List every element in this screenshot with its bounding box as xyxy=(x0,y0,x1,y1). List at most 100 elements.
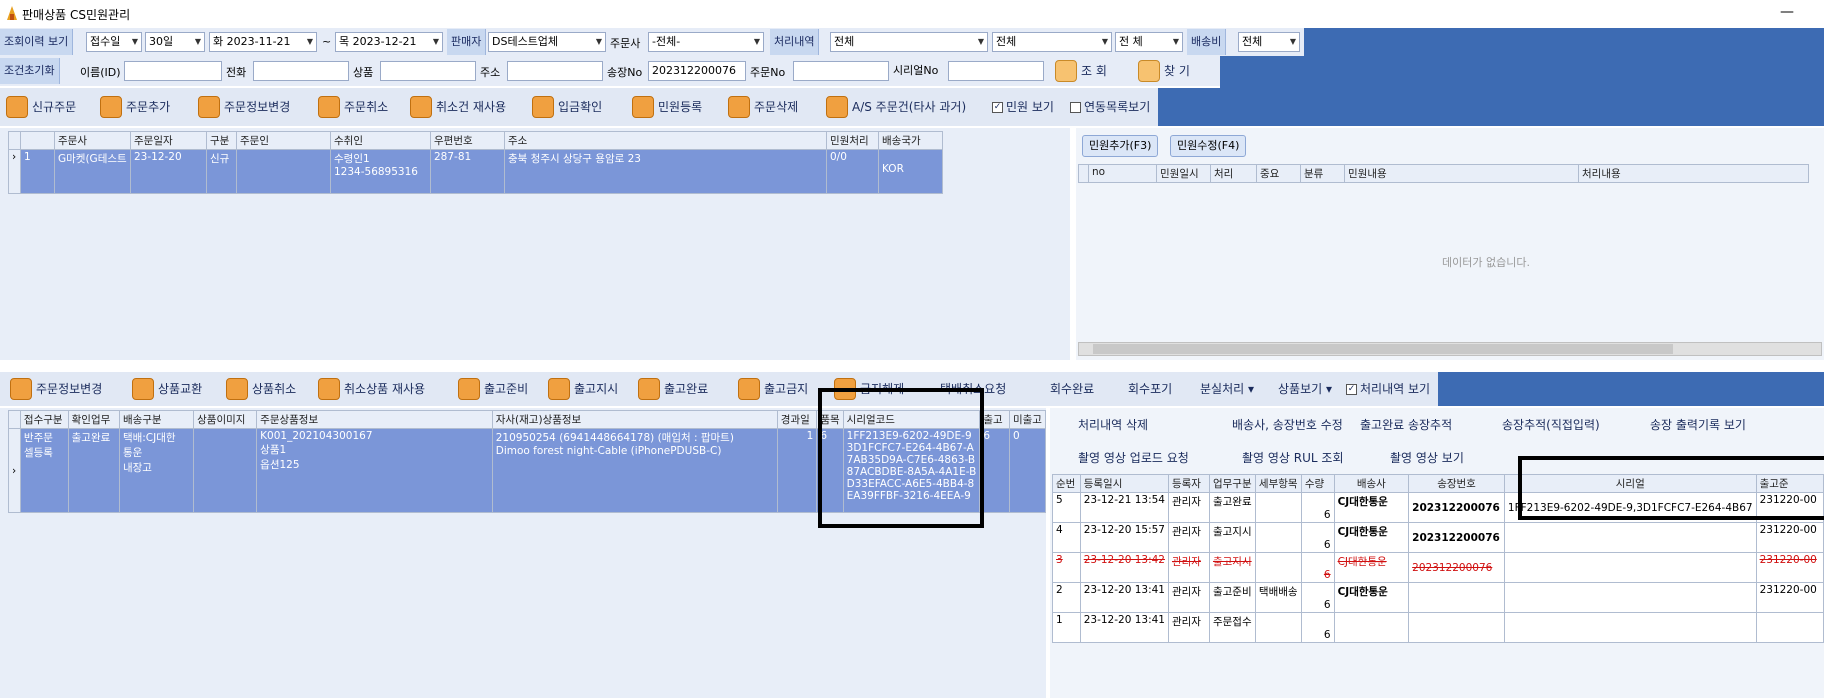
address-label: 주소 xyxy=(480,66,501,79)
exchange-product-button[interactable]: 상품교환 xyxy=(132,374,202,404)
change-order-info-button-2[interactable]: 주문정보변경 xyxy=(10,374,102,404)
product-label: 상품 xyxy=(353,66,374,79)
cancel-product-button[interactable]: 상품취소 xyxy=(226,374,296,404)
shipping-select[interactable]: 전체 ▼ xyxy=(1238,32,1300,52)
change-order-info-button[interactable]: 주문정보변경 xyxy=(198,92,290,122)
process-select-3[interactable]: 전 체 ▼ xyxy=(1115,32,1183,52)
highlight-box-history-serial xyxy=(1518,456,1824,520)
track-direct-input-button[interactable]: 송장추적(직접입력) xyxy=(1502,416,1600,433)
video-upload-request-button[interactable]: 촬영 영상 업로드 요청 xyxy=(1078,449,1189,466)
confirm-deposit-button[interactable]: 입금확인 xyxy=(532,92,602,122)
col-recipient[interactable]: 수취인 xyxy=(330,131,431,150)
col-buyer[interactable]: 주문인 xyxy=(236,131,331,150)
show-linked-checkbox[interactable]: 연동목록보기 xyxy=(1070,92,1150,122)
header-bg-right-3 xyxy=(1158,88,1824,126)
date-from-picker[interactable]: 화 2023-11-21 ▼ xyxy=(209,32,317,52)
scroll-thumb[interactable] xyxy=(1093,344,1673,354)
col-order-date[interactable]: 주문일자 xyxy=(130,131,207,150)
lightning-icon xyxy=(728,96,750,118)
serial-input[interactable] xyxy=(948,61,1044,81)
delete-order-button[interactable]: 주문삭제 xyxy=(728,92,798,122)
process-select-2[interactable]: 전체 ▼ xyxy=(992,32,1112,52)
name-input[interactable] xyxy=(124,61,222,81)
col-type[interactable]: 구분 xyxy=(206,131,237,150)
arrow-left-icon xyxy=(318,96,340,118)
order-no-label: 주문No xyxy=(750,66,786,79)
product-image-cell xyxy=(193,428,258,513)
return-complete-button[interactable]: 회수완료 xyxy=(1050,374,1094,404)
shipping-complete-button[interactable]: 출고완료 xyxy=(638,374,708,404)
date-type-select[interactable]: 접수일 ▼ xyxy=(86,32,142,52)
query-button[interactable]: 조 회 xyxy=(1055,56,1107,86)
show-complaint-checkbox[interactable]: ✓ 민원 보기 xyxy=(992,92,1054,122)
col-zip[interactable]: 우편번호 xyxy=(430,131,505,150)
cancel-order-button[interactable]: 주문취소 xyxy=(318,92,388,122)
filter-bar: 조회이력 보기 접수일 ▼ 30일 ▼ 화 2023-11-21 ▼ ~ 목 2023… xyxy=(0,28,1304,56)
shipping-ban-button[interactable]: 출고금지 xyxy=(738,374,808,404)
history-row[interactable]: 4 23-12-20 15:57 관리자 출고지시 6 CJ대한통운 20231220007… xyxy=(1052,522,1824,553)
address-input[interactable] xyxy=(507,61,603,81)
reset-conditions-button[interactable]: 조건초기화 xyxy=(0,58,60,84)
document-icon xyxy=(826,96,848,118)
minimize-button[interactable]: — xyxy=(1780,4,1794,20)
orders-panel: 주문사 주문일자 구분 주문인 수취인 우편번호 주소 민원처리 배송국가 › … xyxy=(0,128,1070,360)
arrow-left-icon xyxy=(226,378,248,400)
delete-history-button[interactable]: 처리내역 삭제 xyxy=(1078,416,1148,433)
product-view-menu[interactable]: 상품보기 ▾ xyxy=(1278,374,1332,404)
as-order-button[interactable]: A/S 주문건(타사 과거) xyxy=(826,92,966,122)
lock-icon xyxy=(738,378,760,400)
edit-carrier-invoice-button[interactable]: 배송사, 송장번호 수정 xyxy=(1232,416,1343,433)
prepare-shipping-button[interactable]: 출고준비 xyxy=(458,374,528,404)
orderer-select[interactable]: -전체- ▼ xyxy=(648,32,764,52)
calendar-icon xyxy=(10,378,32,400)
seller-label: 판매자 xyxy=(447,29,487,55)
add-order-button[interactable]: 주문추가 xyxy=(100,92,170,122)
col-address[interactable]: 주소 xyxy=(504,131,827,150)
checkmark-icon xyxy=(532,96,554,118)
history-row-deleted[interactable]: 3 23-12-20 13:42 관리자 출고지시 6 CJ대한통운 20231220007… xyxy=(1052,552,1824,583)
binoculars-icon xyxy=(1138,60,1160,82)
col-country[interactable]: 배송국가 xyxy=(878,131,943,150)
history-row[interactable]: 1 23-12-20 13:41 관리자 주문접수 6 xyxy=(1052,612,1824,643)
history-row[interactable]: 2 23-12-20 13:41 관리자 출고준비 택배배송 6 CJ대한통운 231220-… xyxy=(1052,582,1824,613)
process-select-1[interactable]: 전체 ▼ xyxy=(830,32,988,52)
toolbar2-bg-right xyxy=(1438,372,1824,406)
shipping-order-button[interactable]: 출고지시 xyxy=(548,374,618,404)
period-select[interactable]: 30일 ▼ xyxy=(145,32,205,52)
date-to-picker[interactable]: 목 2023-12-21 ▼ xyxy=(335,32,443,52)
row-number: 1 xyxy=(20,149,55,194)
highlight-box-serial xyxy=(818,388,984,528)
edit-complaint-button[interactable]: 민원수정(F4) xyxy=(1170,135,1247,157)
history-label: 조회이력 보기 xyxy=(0,29,74,55)
seller-select[interactable]: DS테스트업체 ▼ xyxy=(488,32,606,52)
orderer-label: 주문사 xyxy=(610,37,641,50)
history-view-checkbox[interactable]: ✓ 처리내역 보기 xyxy=(1346,374,1430,404)
add-complaint-button[interactable]: 민원추가(F3) xyxy=(1082,135,1159,157)
history-panel: 처리내역 삭제 배송사, 송장번호 수정 출고완료 송장추적 송장추적(직접입력… xyxy=(1050,408,1824,698)
video-view-button[interactable]: 촬영 영상 보기 xyxy=(1390,449,1464,466)
video-url-query-button[interactable]: 촬영 영상 RUL 조회 xyxy=(1242,449,1344,466)
order-no-input[interactable] xyxy=(793,61,889,81)
track-complete-invoice-button[interactable]: 출고완료 송장추적 xyxy=(1360,416,1452,433)
complaint-hscrollbar[interactable] xyxy=(1078,342,1822,356)
split-process-menu[interactable]: 분실처리 ▾ xyxy=(1200,374,1254,404)
product-input[interactable] xyxy=(380,61,476,81)
order-row[interactable]: › 1 G마켓(G테스트 23-12-20 신규 수령인1 1234-568953… xyxy=(8,149,943,194)
title-bar: 판매상품 CS민원관리 — xyxy=(0,0,1824,28)
order-toolbar: 신규주문 주문추가 주문정보변경 주문취소 취소건 재사용 입금확인 민원등록 … xyxy=(0,88,1158,126)
reuse-cancelled-button[interactable]: 취소건 재사용 xyxy=(410,92,506,122)
col-complaint[interactable]: 민원처리 xyxy=(826,131,879,150)
register-complaint-button[interactable]: 민원등록 xyxy=(632,92,702,122)
return-abandon-button[interactable]: 회수포기 xyxy=(1128,374,1172,404)
invoice-print-history-button[interactable]: 송장 출력기록 보기 xyxy=(1650,416,1746,433)
row-indicator: › xyxy=(8,428,21,513)
invoice-input[interactable]: 202312200076 xyxy=(648,61,746,81)
complaint-table: no 민원일시 처리 중요 분류 민원내용 처리내용 xyxy=(1078,164,1809,183)
header-bg-right xyxy=(1304,28,1824,56)
col-orderer[interactable]: 주문사 xyxy=(54,131,131,150)
new-order-button[interactable]: 신규주문 xyxy=(6,92,76,122)
reuse-cancelled-product-button[interactable]: 취소상품 재사용 xyxy=(318,374,425,404)
find-button[interactable]: 찾 기 xyxy=(1138,56,1190,86)
phone-input[interactable] xyxy=(253,61,349,81)
invoice-label: 송장No xyxy=(607,66,643,79)
